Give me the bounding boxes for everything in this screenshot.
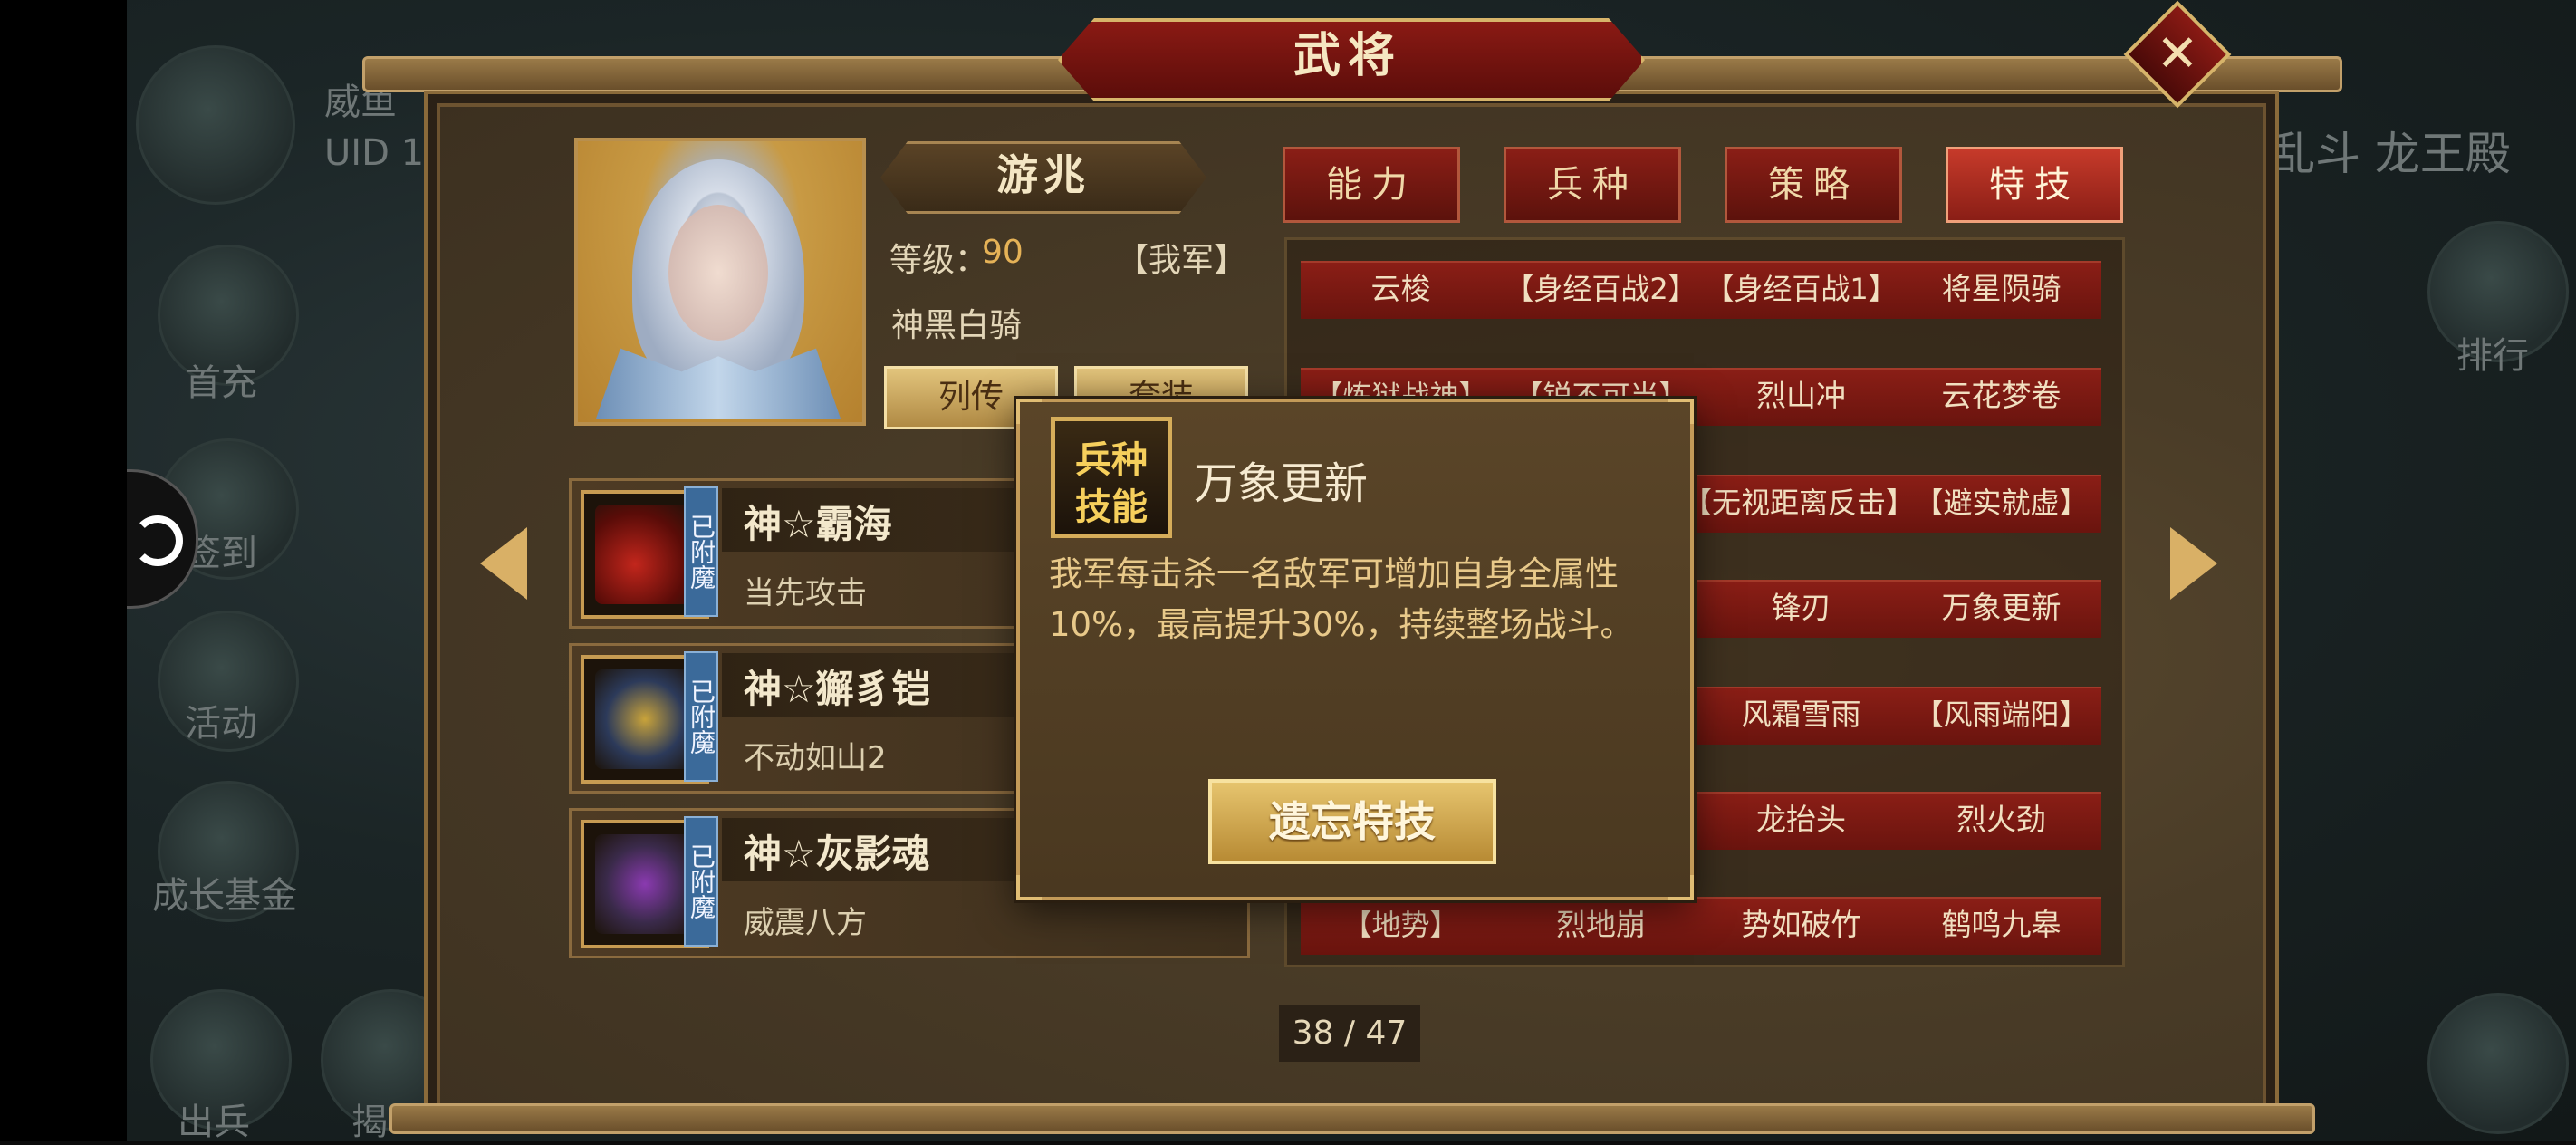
next-hero-arrow-icon[interactable] xyxy=(2170,527,2217,600)
top-right-event-text: 乱斗 龙王殿 xyxy=(2270,128,2511,180)
skill-item[interactable]: 烈山冲 xyxy=(1701,368,1901,424)
hero-level-value: 90 xyxy=(982,234,1024,271)
skill-item[interactable]: 【无视距离反击】 xyxy=(1683,475,1909,531)
equipment-name: 神☆獬豸铠 xyxy=(744,667,930,711)
popup-corner xyxy=(1016,875,1042,900)
skill-item[interactable]: 【风雨端阳】 xyxy=(1901,687,2101,743)
skill-item[interactable]: 势如破竹 xyxy=(1701,897,1901,953)
hero-faction: 【我军】 xyxy=(1116,242,1247,279)
popup-corner xyxy=(1668,875,1694,900)
enchanted-badge: 已附魔 xyxy=(684,651,718,782)
menu-label-activity: 活动 xyxy=(185,703,257,745)
skill-item[interactable]: 【避实就虚】 xyxy=(1901,475,2101,531)
player-uid: UID 1 xyxy=(324,132,425,174)
tab-strategy[interactable]: 策略 xyxy=(1725,147,1902,223)
troop-skill-icon-line1: 兵种 xyxy=(1075,439,1148,481)
hero-troop-type: 神黑白骑 xyxy=(891,307,1023,344)
troop-skill-icon-line2: 技能 xyxy=(1075,486,1148,528)
skill-item[interactable]: 将星陨骑 xyxy=(1901,261,2101,317)
menu-label-misc: 揭 xyxy=(351,1102,388,1143)
left-black-bar xyxy=(0,0,127,1141)
portrait-face xyxy=(668,205,768,341)
menu-label-first-charge: 首充 xyxy=(185,362,257,404)
ranking-label: 排行 xyxy=(2456,335,2529,377)
player-avatar xyxy=(136,45,295,205)
popup-skill-description: 我军每击杀一名敌军可增加自身全属性10%，最高提升30%，持续整场战斗。 xyxy=(1049,554,1634,644)
skill-item[interactable]: 【身经百战2】 xyxy=(1501,261,1701,317)
assist-icon xyxy=(132,515,183,566)
popup-skill-title: 万象更新 xyxy=(1194,458,1369,509)
horse-icon xyxy=(595,834,695,934)
tab-special-skill[interactable]: 特技 xyxy=(1946,147,2123,223)
troop-skill-icon: 兵种 技能 xyxy=(1051,417,1172,538)
equipment-name: 神☆霸海 xyxy=(744,502,892,546)
equipment-effect: 不动如山2 xyxy=(744,740,887,776)
skill-item[interactable]: 烈地崩 xyxy=(1501,897,1701,953)
equipment-effect: 威震八方 xyxy=(744,905,867,941)
panel-bottom-frame xyxy=(389,1103,2315,1134)
window-title: 武将 xyxy=(1293,29,1402,83)
hero-level-label: 等级： xyxy=(889,242,988,279)
skill-item[interactable]: 云花梦卷 xyxy=(1901,368,2101,424)
skill-item[interactable]: 鹤鸣九皋 xyxy=(1901,897,2101,953)
enchanted-badge: 已附魔 xyxy=(684,486,718,617)
skill-item[interactable]: 云梭 xyxy=(1301,261,1501,317)
popup-corner xyxy=(1668,399,1694,424)
enchanted-badge: 已附魔 xyxy=(684,816,718,947)
prev-hero-arrow-icon[interactable] xyxy=(480,527,527,600)
menu-label-deploy: 出兵 xyxy=(178,1102,250,1143)
tab-ability[interactable]: 能力 xyxy=(1283,147,1460,223)
skill-item[interactable]: 烈火劲 xyxy=(1901,792,2101,848)
skill-item[interactable]: 【地势】 xyxy=(1301,897,1501,953)
skill-item-selected[interactable]: 万象更新 xyxy=(1901,580,2101,636)
hero-portrait[interactable] xyxy=(574,138,866,426)
skill-item[interactable]: 风霜雪雨 xyxy=(1701,687,1901,743)
skill-item[interactable]: 龙抬头 xyxy=(1701,792,1901,848)
page-counter: 38 / 47 xyxy=(1279,1005,1420,1062)
weapon-sword-icon xyxy=(595,505,695,604)
popup-corner xyxy=(1016,399,1042,424)
equipment-name: 神☆灰影魂 xyxy=(744,832,930,876)
close-icon[interactable]: ✕ xyxy=(2139,16,2216,92)
chat-icon xyxy=(2427,993,2569,1134)
skill-item[interactable]: 【身经百战1】 xyxy=(1701,261,1901,317)
menu-label-growth-fund: 成长基金 xyxy=(152,875,297,917)
armor-chestplate-icon xyxy=(595,669,695,769)
hero-name: 游兆 xyxy=(996,150,1091,199)
skill-item[interactable]: 锋刃 xyxy=(1701,580,1901,636)
equipment-effect: 当先攻击 xyxy=(744,575,867,611)
forget-skill-button[interactable]: 遗忘特技 xyxy=(1208,779,1496,864)
tab-troop[interactable]: 兵种 xyxy=(1504,147,1681,223)
